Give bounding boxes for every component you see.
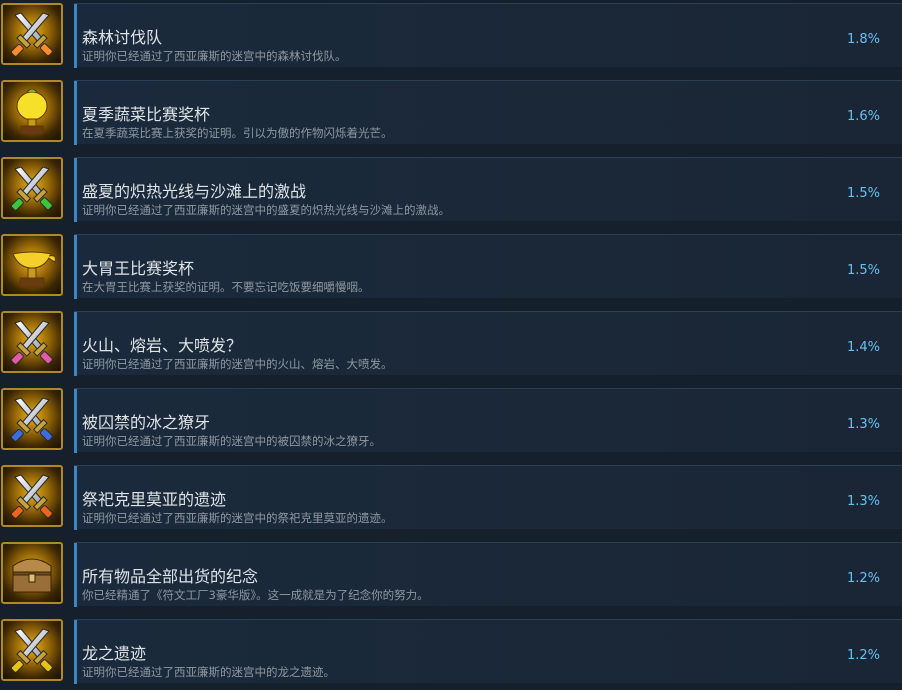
achievement-panel: 森林讨伐队证明你已经通过了西亚廉斯的迷宫中的森林讨伐队。 1.8%	[74, 3, 902, 68]
crossed-swords-icon	[1, 388, 63, 450]
crossed-swords-icon	[1, 311, 63, 373]
achievement-panel: 被囚禁的冰之獠牙证明你已经通过了西亚廉斯的迷宫中的被囚禁的冰之獠牙。 1.3%	[74, 388, 902, 453]
achievement-row[interactable]: 被囚禁的冰之獠牙证明你已经通过了西亚廉斯的迷宫中的被囚禁的冰之獠牙。 1.3%	[0, 388, 902, 459]
achievement-description: 证明你已经通过了西亚廉斯的迷宫中的盛夏的炽热光线与沙滩上的激战。	[82, 203, 450, 217]
achievement-title: 夏季蔬菜比赛奖杯	[82, 105, 211, 124]
panel-accent-bar	[74, 4, 77, 68]
achievement-row[interactable]: 祭祀克里莫亚的遗迹证明你已经通过了西亚廉斯的迷宫中的祭祀克里莫亚的遗迹。 1.3%	[0, 465, 902, 536]
achievement-list: 森林讨伐队证明你已经通过了西亚廉斯的迷宫中的森林讨伐队。 1.8% 夏季蔬菜比赛奖杯…	[0, 0, 902, 685]
crossed-swords-icon	[1, 157, 63, 219]
achievement-description: 证明你已经通过了西亚廉斯的迷宫中的祭祀克里莫亚的遗迹。	[82, 511, 393, 525]
achievement-description: 证明你已经通过了西亚廉斯的迷宫中的森林讨伐队。	[82, 49, 347, 63]
panel-accent-bar	[74, 620, 77, 684]
achievement-row[interactable]: 火山、熔岩、大喷发？ 证明你已经通过了西亚廉斯的迷宫中的火山、熔岩、大喷发。 1.4…	[0, 311, 902, 382]
panel-accent-bar	[74, 235, 77, 299]
achievement-title: 祭祀克里莫亚的遗迹	[82, 490, 227, 509]
panel-accent-bar	[74, 389, 77, 453]
achievement-panel: 火山、熔岩、大喷发？ 证明你已经通过了西亚廉斯的迷宫中的火山、熔岩、大喷发。 1.4…	[74, 311, 902, 376]
unlock-percentage: 1.3%	[846, 494, 880, 509]
achievement-row[interactable]: 森林讨伐队证明你已经通过了西亚廉斯的迷宫中的森林讨伐队。 1.8%	[0, 3, 902, 74]
achievement-title: 森林讨伐队	[82, 28, 163, 47]
treasure-chest-icon	[1, 542, 63, 604]
achievement-title: 盛夏的炽热光线与沙滩上的激战	[82, 182, 307, 201]
unlock-percentage: 1.8%	[846, 32, 880, 47]
achievement-panel: 大胃王比赛奖杯在大胃王比赛上获奖的证明。不要忘记吃饭要细嚼慢咽。 1.5%	[74, 234, 902, 299]
golden-vegetable-trophy-icon	[1, 80, 63, 142]
panel-accent-bar	[74, 466, 77, 530]
panel-accent-bar	[74, 543, 77, 607]
crossed-swords-icon	[1, 465, 63, 527]
crossed-swords-icon	[1, 619, 63, 681]
unlock-percentage: 1.6%	[846, 109, 880, 124]
crossed-swords-icon	[1, 3, 63, 65]
achievement-row[interactable]: 大胃王比赛奖杯在大胃王比赛上获奖的证明。不要忘记吃饭要细嚼慢咽。 1.5%	[0, 234, 902, 305]
unlock-percentage: 1.4%	[846, 340, 880, 355]
unlock-percentage: 1.2%	[846, 571, 880, 586]
achievement-panel: 盛夏的炽热光线与沙滩上的激战证明你已经通过了西亚廉斯的迷宫中的盛夏的炽热光线与沙…	[74, 157, 902, 222]
achievement-title: 所有物品全部出货的纪念	[82, 567, 259, 586]
achievement-panel: 龙之遗迹证明你已经通过了西亚廉斯的迷宫中的龙之遗迹。 1.2%	[74, 619, 902, 684]
unlock-percentage: 1.2%	[846, 648, 880, 663]
achievement-title: 火山、熔岩、大喷发？	[82, 336, 243, 355]
achievement-title: 大胃王比赛奖杯	[82, 259, 195, 278]
achievement-title: 被囚禁的冰之獠牙	[82, 413, 211, 432]
achievement-panel: 祭祀克里莫亚的遗迹证明你已经通过了西亚廉斯的迷宫中的祭祀克里莫亚的遗迹。 1.3%	[74, 465, 902, 530]
achievement-description: 在大胃王比赛上获奖的证明。不要忘记吃饭要细嚼慢咽。	[82, 280, 370, 294]
achievement-description: 证明你已经通过了西亚廉斯的迷宫中的被囚禁的冰之獠牙。	[82, 434, 381, 448]
achievement-description: 你已经精通了《符文工厂3豪华版》。这一成就是为了纪念你的努力。	[82, 588, 429, 602]
achievement-panel: 夏季蔬菜比赛奖杯在夏季蔬菜比赛上获奖的证明。引以为傲的作物闪烁着光芒。 1.6%	[74, 80, 902, 145]
achievement-row[interactable]: 夏季蔬菜比赛奖杯在夏季蔬菜比赛上获奖的证明。引以为傲的作物闪烁着光芒。 1.6%	[0, 80, 902, 151]
achievement-row[interactable]: 所有物品全部出货的纪念你已经精通了《符文工厂3豪华版》。这一成就是为了纪念你的努…	[0, 542, 902, 613]
panel-accent-bar	[74, 81, 77, 145]
achievement-row[interactable]: 盛夏的炽热光线与沙滩上的激战证明你已经通过了西亚廉斯的迷宫中的盛夏的炽热光线与沙…	[0, 157, 902, 228]
achievement-title: 龙之遗迹	[82, 644, 147, 663]
achievement-description: 证明你已经通过了西亚廉斯的迷宫中的龙之遗迹。	[82, 665, 335, 679]
panel-accent-bar	[74, 158, 77, 222]
achievement-panel: 所有物品全部出货的纪念你已经精通了《符文工厂3豪华版》。这一成就是为了纪念你的努…	[74, 542, 902, 607]
golden-lamp-trophy-icon	[1, 234, 63, 296]
unlock-percentage: 1.5%	[846, 263, 880, 278]
achievement-row[interactable]: 龙之遗迹证明你已经通过了西亚廉斯的迷宫中的龙之遗迹。 1.2%	[0, 619, 902, 690]
panel-accent-bar	[74, 312, 77, 376]
achievement-description: 证明你已经通过了西亚廉斯的迷宫中的火山、熔岩、大喷发。	[82, 357, 393, 371]
achievement-description: 在夏季蔬菜比赛上获奖的证明。引以为傲的作物闪烁着光芒。	[82, 126, 393, 140]
unlock-percentage: 1.5%	[846, 186, 880, 201]
unlock-percentage: 1.3%	[846, 417, 880, 432]
